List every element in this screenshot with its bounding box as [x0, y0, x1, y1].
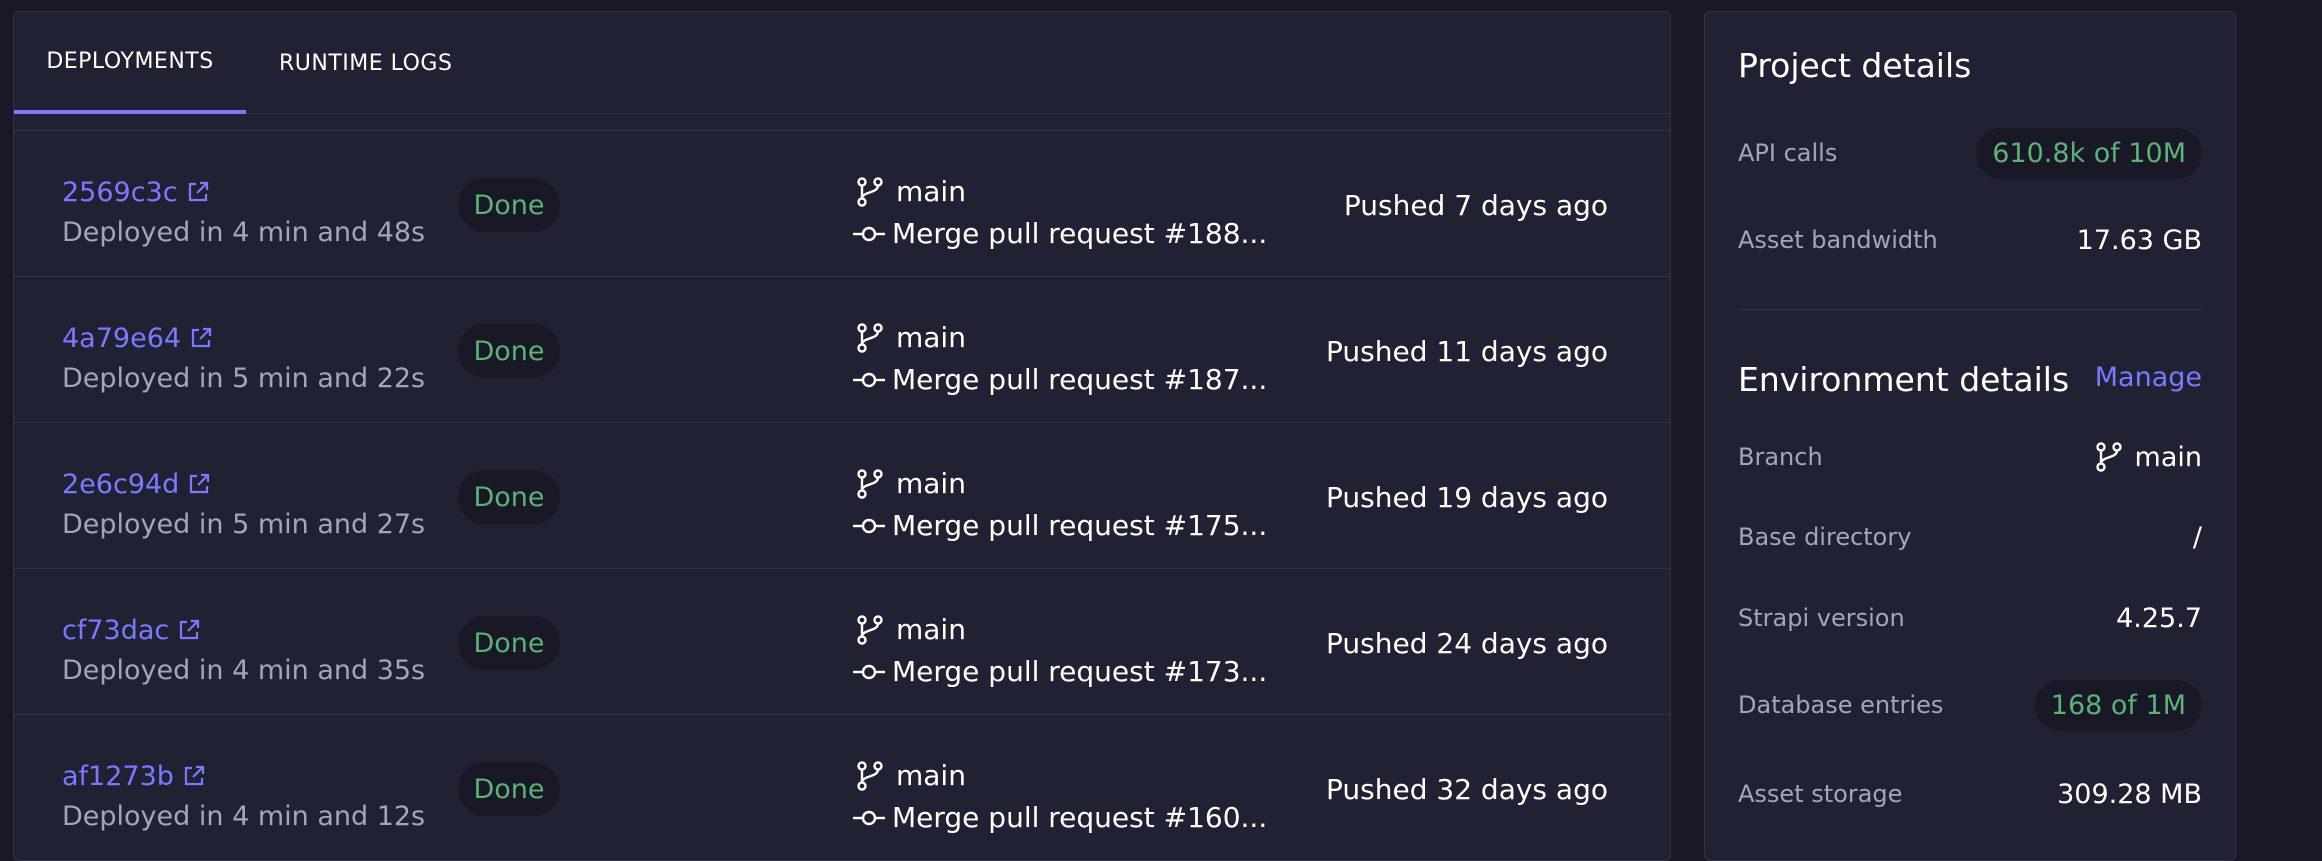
deployment-id-link[interactable]: 2569c3c	[62, 177, 212, 208]
deployment-duration: Deployed in 5 min and 27s	[62, 509, 426, 540]
status-badge: Done	[458, 616, 560, 670]
status-badge: Done	[458, 762, 560, 816]
deployment-id-link[interactable]: cf73dac	[62, 615, 203, 646]
status-badge: Done	[458, 324, 560, 378]
commit-message: Merge pull request #160...	[892, 801, 1268, 834]
commit-info: Merge pull request #160...	[852, 801, 1267, 834]
database-entries-value: 168 of 1M	[2034, 679, 2202, 731]
project-details-title: Project details	[1738, 46, 1972, 85]
deployment-duration: Deployed in 4 min and 35s	[62, 655, 426, 686]
git-branch-icon	[2093, 441, 2125, 473]
external-link-icon[interactable]	[182, 764, 208, 790]
branch-name: main	[896, 759, 966, 792]
pushed-time: Pushed 32 days ago	[1326, 773, 1608, 806]
external-link-icon[interactable]	[187, 472, 213, 498]
deployment-id[interactable]: af1273b	[62, 761, 174, 792]
deployment-id[interactable]: cf73dac	[62, 615, 169, 646]
commit-message: Merge pull request #175...	[892, 509, 1268, 542]
strapi-version-row: Strapi version 4.25.7	[1738, 588, 2202, 648]
commit-info: Merge pull request #188...	[852, 217, 1267, 250]
base-directory-label: Base directory	[1738, 523, 1912, 551]
strapi-version-value: 4.25.7	[2116, 602, 2202, 634]
deployment-id[interactable]: 2e6c94d	[62, 469, 179, 500]
base-directory-row: Base directory /	[1738, 507, 2202, 567]
branch-info: main	[854, 175, 966, 208]
commit-info: Merge pull request #175...	[852, 509, 1267, 542]
deployment-id-link[interactable]: 4a79e64	[62, 323, 215, 354]
git-branch-icon	[854, 760, 886, 792]
git-commit-icon	[852, 224, 886, 244]
git-branch-icon	[854, 614, 886, 646]
manage-link[interactable]: Manage	[2095, 362, 2202, 393]
asset-bandwidth-value: 17.63 GB	[2076, 224, 2202, 256]
section-divider	[1738, 309, 2202, 310]
deployment-list: 2569c3c Deployed in 4 min and 48s Done m…	[14, 130, 1670, 860]
deployments-panel: DEPLOYMENTS RUNTIME LOGS 2569c3c Deploye…	[13, 11, 1671, 861]
deployment-row: 2e6c94d Deployed in 5 min and 27s Done m…	[14, 423, 1670, 569]
deployment-row: af1273b Deployed in 4 min and 12s Done m…	[14, 715, 1670, 860]
details-panel: Project details API calls 610.8k of 10M …	[1704, 11, 2236, 861]
external-link-icon[interactable]	[177, 618, 203, 644]
branch-row: Branch main	[1738, 427, 2202, 487]
branch-name: main	[896, 321, 966, 354]
asset-storage-row: Asset storage 309.28 MB	[1738, 764, 2202, 824]
branch-info: main	[854, 613, 966, 646]
pushed-time: Pushed 11 days ago	[1326, 335, 1608, 368]
api-calls-row: API calls 610.8k of 10M	[1738, 123, 2202, 183]
database-entries-row: Database entries 168 of 1M	[1738, 675, 2202, 735]
status-badge: Done	[458, 470, 560, 524]
branch-info: main	[854, 321, 966, 354]
git-branch-icon	[854, 176, 886, 208]
commit-message: Merge pull request #188...	[892, 217, 1268, 250]
branch-name: main	[896, 467, 966, 500]
base-directory-value: /	[2192, 521, 2202, 553]
deployment-id[interactable]: 2569c3c	[62, 177, 178, 208]
branch-value-text: main	[2134, 441, 2202, 473]
pushed-time: Pushed 7 days ago	[1343, 189, 1608, 222]
pushed-time: Pushed 19 days ago	[1326, 481, 1608, 514]
environment-details-title: Environment details	[1738, 360, 2070, 399]
commit-message: Merge pull request #173...	[892, 655, 1268, 688]
api-calls-value: 610.8k of 10M	[1976, 127, 2202, 179]
commit-info: Merge pull request #173...	[852, 655, 1267, 688]
git-commit-icon	[852, 662, 886, 682]
git-branch-icon	[854, 468, 886, 500]
api-calls-label: API calls	[1738, 139, 1838, 167]
status-badge: Done	[458, 178, 560, 232]
commit-message: Merge pull request #187...	[892, 363, 1268, 396]
tab-bar: DEPLOYMENTS RUNTIME LOGS	[14, 12, 1670, 114]
deployment-row: 2569c3c Deployed in 4 min and 48s Done m…	[14, 131, 1670, 277]
asset-storage-label: Asset storage	[1738, 780, 1903, 808]
external-link-icon[interactable]	[189, 326, 215, 352]
git-commit-icon	[852, 516, 886, 536]
deployment-duration: Deployed in 4 min and 48s	[62, 217, 426, 248]
deployment-row: 4a79e64 Deployed in 5 min and 22s Done m…	[14, 277, 1670, 423]
asset-bandwidth-row: Asset bandwidth 17.63 GB	[1738, 210, 2202, 270]
pushed-time: Pushed 24 days ago	[1326, 627, 1608, 660]
asset-bandwidth-label: Asset bandwidth	[1738, 226, 1938, 254]
asset-storage-value: 309.28 MB	[2057, 778, 2202, 810]
git-commit-icon	[852, 370, 886, 390]
deployment-id-link[interactable]: af1273b	[62, 761, 208, 792]
external-link-icon[interactable]	[186, 180, 212, 206]
deployment-row: cf73dac Deployed in 4 min and 35s Done m…	[14, 569, 1670, 715]
branch-value: main	[2093, 441, 2202, 473]
deployment-id[interactable]: 4a79e64	[62, 323, 181, 354]
branch-name: main	[896, 175, 966, 208]
tab-deployments[interactable]: DEPLOYMENTS	[14, 12, 246, 114]
commit-info: Merge pull request #187...	[852, 363, 1267, 396]
branch-info: main	[854, 759, 966, 792]
branch-label: Branch	[1738, 443, 1823, 471]
tab-runtime-logs[interactable]: RUNTIME LOGS	[279, 12, 479, 114]
database-entries-label: Database entries	[1738, 691, 1944, 719]
branch-info: main	[854, 467, 966, 500]
deployment-duration: Deployed in 5 min and 22s	[62, 363, 426, 394]
git-commit-icon	[852, 808, 886, 828]
deployment-id-link[interactable]: 2e6c94d	[62, 469, 213, 500]
strapi-version-label: Strapi version	[1738, 604, 1905, 632]
git-branch-icon	[854, 322, 886, 354]
branch-name: main	[896, 613, 966, 646]
deployment-duration: Deployed in 4 min and 12s	[62, 801, 426, 832]
